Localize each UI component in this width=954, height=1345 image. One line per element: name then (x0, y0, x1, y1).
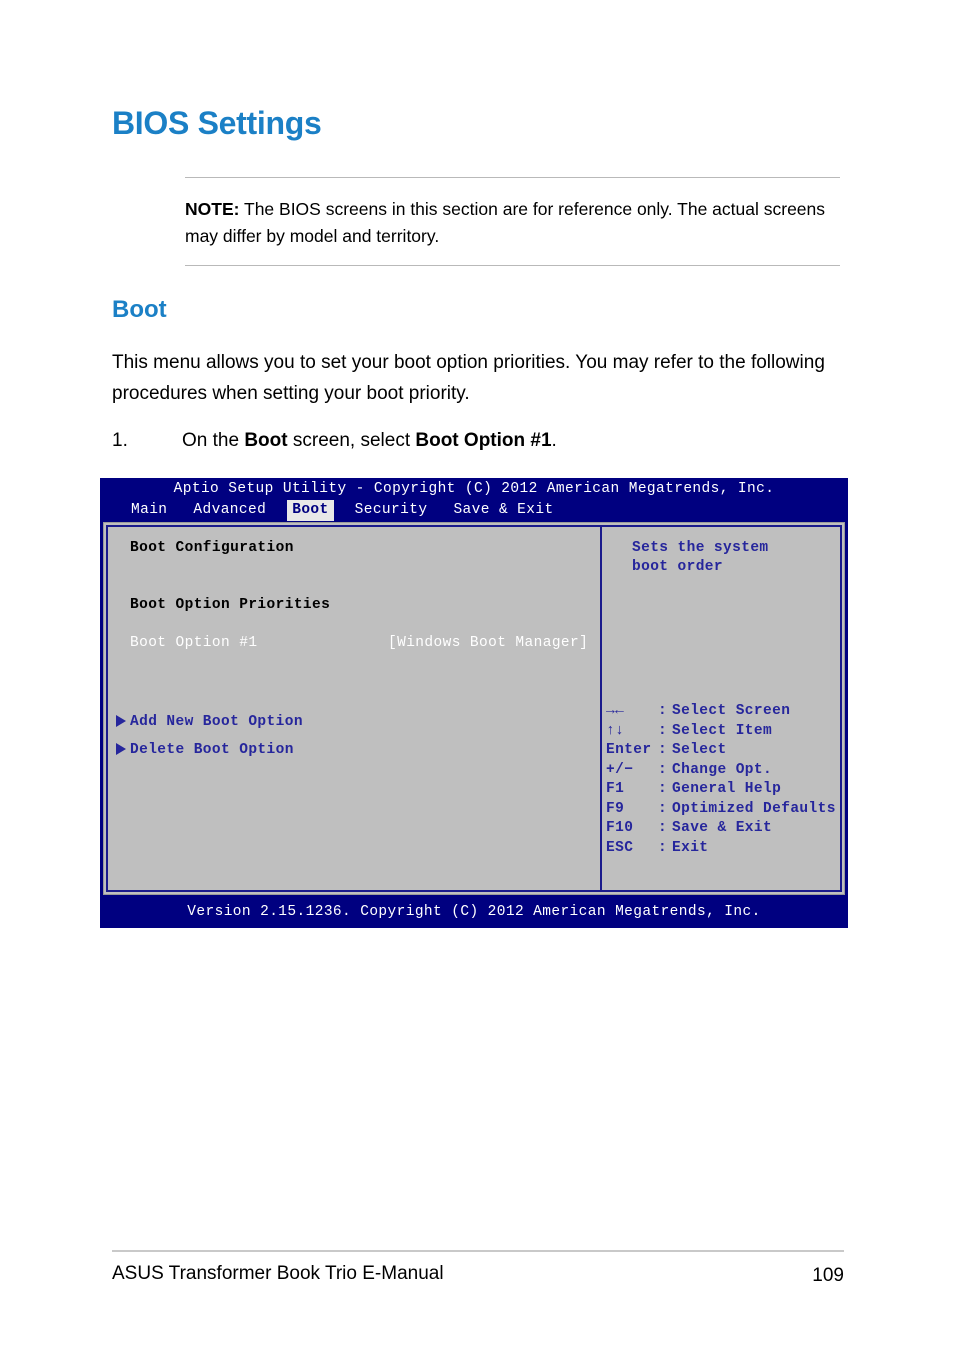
legend-row-select-screen: →←: Select Screen (606, 702, 844, 722)
legend-separator: : (658, 761, 668, 778)
legend-row-select-item: ↑↓: Select Item (606, 722, 844, 742)
legend-separator: : (658, 722, 668, 739)
section-paragraph: This menu allows you to set your boot op… (112, 352, 825, 404)
bios-key-legend: →←: Select Screen ↑↓: Select Item Enter: Se… (606, 702, 844, 858)
legend-separator: : (658, 800, 668, 817)
note-label: NOTE: (185, 199, 240, 219)
legend-row-exit: ESC: Exit (606, 839, 844, 859)
step-bold-boot: Boot (244, 430, 288, 451)
step-bold-boot-option: Boot Option #1 (415, 430, 552, 451)
bios-titlebar: Aptio Setup Utility - Copyright (C) 2012… (173, 481, 775, 497)
boot-option-1-value[interactable]: [Windows Boot Manager] (388, 634, 588, 653)
step-number: 1. (112, 430, 128, 451)
legend-row-general-help: F1: General Help (606, 780, 844, 800)
legend-desc-optimized-defaults: Optimized Defaults (672, 800, 836, 817)
bios-help-panel: Sets the system boot order →←: Select Scr… (602, 527, 840, 890)
legend-key-f9: F9 (606, 800, 625, 817)
bios-content-frame: Boot Configuration Boot Option Prioritie… (103, 522, 845, 895)
bios-settings-panel: Boot Configuration Boot Option Prioritie… (108, 527, 602, 890)
arrow-up-down-icon: ↑↓ (606, 722, 625, 739)
legend-separator: : (658, 742, 668, 758)
note-body: NOTE: The BIOS screens in this section a… (185, 178, 840, 265)
boot-option-1-row[interactable]: Boot Option #1 [Windows Boot Manager] (130, 634, 588, 653)
legend-key-f1: F1 (606, 781, 625, 797)
triangle-right-icon (116, 715, 126, 727)
note-bottom-divider (185, 265, 840, 267)
bios-screenshot: Aptio Setup Utility - Copyright (C) 2012… (100, 478, 848, 928)
legend-desc-change-opt: Change Opt. (672, 761, 773, 778)
add-new-boot-option-label: Add New Boot Option (130, 714, 303, 730)
note-text: The BIOS screens in this section are for… (185, 199, 826, 246)
bios-tab-security[interactable]: Security (350, 500, 433, 521)
boot-configuration-label: Boot Configuration (130, 540, 294, 556)
step-prefix: On the (182, 430, 245, 451)
legend-desc-save-exit: Save & Exit (672, 820, 773, 836)
step-suffix: . (551, 430, 557, 451)
bios-tab-save-exit[interactable]: Save & Exit (448, 500, 558, 521)
bios-tab-boot[interactable]: Boot (287, 500, 334, 521)
triangle-right-icon (116, 743, 126, 755)
footer-divider (112, 1250, 844, 1252)
step-item-1: 1. On the Boot screen, select Boot Optio… (112, 427, 844, 456)
step-text: On the Boot screen, select Boot Option #… (182, 427, 557, 456)
footer-page-number: 109 (812, 1265, 844, 1286)
legend-key-esc: ESC (606, 839, 634, 856)
legend-row-save-exit: F10: Save & Exit (606, 819, 844, 839)
help-text-line-1: Sets the system (632, 540, 769, 556)
page-title: BIOS Settings (112, 105, 322, 141)
delete-boot-option-row[interactable]: Delete Boot Option (116, 741, 600, 760)
bios-tab-bar: Main Advanced Boot Security Save & Exit (100, 500, 848, 521)
legend-desc-exit: Exit (672, 839, 709, 856)
legend-row-optimized-defaults: F9: Optimized Defaults (606, 800, 844, 820)
note-callout: NOTE: The BIOS screens in this section a… (185, 177, 840, 267)
bios-panels: Boot Configuration Boot Option Prioritie… (106, 525, 842, 892)
bios-tab-advanced[interactable]: Advanced (188, 500, 271, 521)
help-text-line-2: boot order (632, 559, 724, 575)
legend-key-plus-minus: +/− (606, 761, 634, 778)
legend-desc-select-item: Select Item (672, 722, 773, 739)
legend-desc-select: Select (672, 742, 727, 758)
legend-separator: : (658, 839, 668, 856)
legend-key-f10: F10 (606, 820, 634, 836)
legend-desc-general-help: General Help (672, 781, 782, 797)
legend-row-change-opt: +/−: Change Opt. (606, 761, 844, 781)
legend-desc-select-screen: Select Screen (672, 703, 791, 719)
bios-tab-main[interactable]: Main (126, 500, 172, 521)
legend-row-enter: Enter: Select (606, 741, 844, 761)
document-page: BIOS Settings NOTE: The BIOS screens in … (0, 0, 954, 1345)
footer-manual-name: ASUS Transformer Book Trio E-Manual (112, 1263, 444, 1284)
legend-separator: : (658, 820, 668, 836)
add-new-boot-option-row[interactable]: Add New Boot Option (116, 713, 600, 732)
arrow-left-right-icon: →← (606, 703, 625, 719)
legend-separator: : (658, 781, 668, 797)
step-middle: screen, select (287, 430, 416, 451)
bios-version-footer: Version 2.15.1236. Copyright (C) 2012 Am… (187, 904, 761, 920)
section-heading-boot: Boot (112, 296, 167, 323)
boot-option-priorities-label: Boot Option Priorities (130, 597, 331, 613)
legend-key-enter: Enter (606, 742, 652, 758)
legend-separator: : (658, 703, 668, 719)
delete-boot-option-label: Delete Boot Option (130, 742, 294, 758)
boot-option-1-label: Boot Option #1 (130, 635, 258, 651)
